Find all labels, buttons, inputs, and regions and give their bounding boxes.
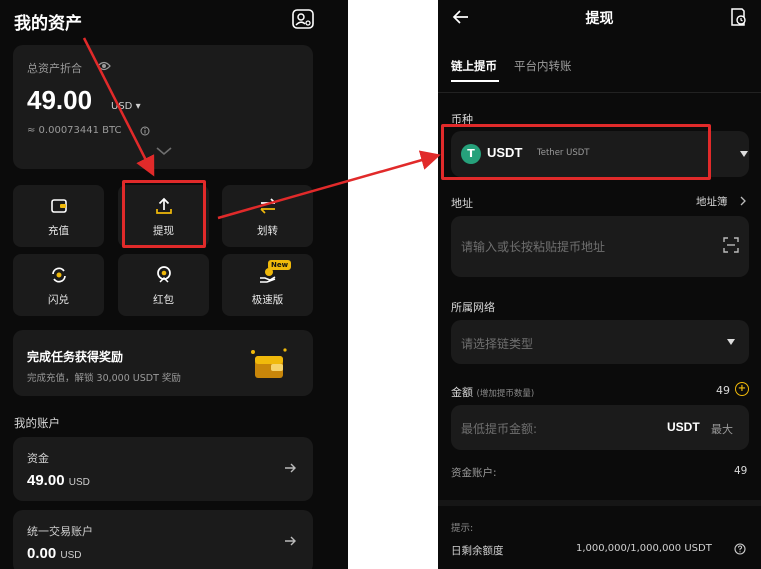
arrow-right-icon [285, 463, 296, 473]
red-packet-label: 红包 [153, 294, 174, 306]
tab-onchain-withdraw[interactable]: 链上提币 [451, 58, 497, 74]
lite-mode-label: 极速版 [251, 294, 284, 306]
arrow-right-icon [285, 536, 296, 546]
chevron-down-icon[interactable] [155, 146, 173, 156]
account-balance: 49.00 USD [27, 472, 90, 489]
network-placeholder: 请选择链类型 [461, 337, 534, 351]
total-assets-label: 总资产折合 [27, 62, 82, 75]
eye-icon[interactable] [97, 60, 111, 72]
address-input[interactable]: 请输入或长按粘贴提币地址 [451, 216, 749, 277]
daily-limit-label: 日剩余额度 [451, 545, 504, 557]
withdraw-screen: 提现 链上提币 平台内转账 币种 T USDT Tether USDT 地址 地… [438, 0, 761, 569]
swap-cycle-icon [52, 267, 66, 283]
amount-label: 金额 (增加提币数量) [451, 384, 534, 400]
chevron-right-icon [740, 196, 746, 206]
address-book-link[interactable]: 地址簿 [696, 194, 728, 209]
caret-down-icon [740, 151, 748, 157]
wallet-icon [51, 199, 67, 213]
account-balance: 0.00 USD [27, 545, 82, 562]
help-icon[interactable] [734, 543, 746, 555]
new-badge: New [268, 260, 292, 270]
caret-down-icon [727, 339, 735, 345]
account-balance-unit: USD [60, 550, 82, 561]
tabs-divider [438, 92, 761, 93]
red-packet-icon [157, 266, 171, 283]
task-reward-banner[interactable]: 完成任务获得奖励 完成充值，解锁 30,000 USDT 奖励 [13, 330, 313, 396]
history-record-icon[interactable] [728, 7, 748, 27]
network-select[interactable]: 请选择链类型 [451, 320, 749, 364]
currency-selector[interactable]: USD ▾ [111, 101, 141, 112]
amount-label-text: 金额 [451, 386, 473, 399]
account-balance-value: 0.00 [27, 545, 57, 562]
flash-swap-button[interactable]: 闪兑 [13, 254, 104, 316]
transfer-button[interactable]: 划转 [222, 185, 313, 247]
daily-limit-value: 1,000,000/1,000,000 USDT [576, 543, 712, 554]
page-title: 我的资产 [14, 14, 82, 34]
recharge-button[interactable]: 充值 [13, 185, 104, 247]
scan-icon[interactable] [723, 237, 739, 253]
amount-input[interactable]: 最低提币金额: USDT 最大 [451, 405, 749, 450]
total-assets-card: 总资产折合 49.00 USD ▾ ≈ 0.00073441 BTC [13, 45, 313, 169]
max-button[interactable]: 最大 [711, 421, 733, 437]
caret-down-icon: ▾ [135, 101, 141, 112]
amount-hint: (增加提币数量) [476, 389, 535, 399]
unified-trading-account-row[interactable]: 统一交易账户 0.00 USD [13, 510, 313, 569]
flash-swap-label: 闪兑 [48, 294, 69, 306]
btc-equivalent: ≈ 0.00073441 BTC [27, 125, 122, 136]
section-divider [438, 500, 761, 506]
funding-account-value: 49 [734, 465, 748, 477]
red-packet-button[interactable]: 红包 [118, 254, 209, 316]
reward-wallet-icon [251, 348, 287, 378]
recharge-label: 充值 [48, 225, 69, 237]
account-balance-value: 49.00 [27, 472, 65, 489]
transfer-arrows-icon [260, 198, 276, 214]
task-subtitle: 完成充值，解锁 30,000 USDT 奖励 [27, 373, 181, 384]
currency-label: USD [111, 101, 133, 112]
tips-label: 提示: [451, 523, 474, 534]
my-assets-screen: 我的资产 总资产折合 49.00 USD ▾ ≈ 0.00073441 BTC … [0, 0, 348, 569]
plus-circle-icon[interactable]: + [735, 382, 749, 396]
address-label: 地址 [451, 197, 473, 210]
lite-mode-button[interactable]: New 极速版 [222, 254, 313, 316]
funding-account-row[interactable]: 资金 49.00 USD [13, 437, 313, 501]
account-balance-unit: USD [68, 477, 90, 488]
tab-internal-transfer[interactable]: 平台内转账 [514, 58, 572, 74]
funding-account-label: 资金账户: [451, 467, 497, 479]
transfer-label: 划转 [257, 225, 278, 237]
amount-unit: USDT [667, 420, 700, 434]
my-accounts-heading: 我的账户 [14, 416, 60, 430]
network-label: 所属网络 [451, 301, 495, 314]
page-title: 提现 [585, 11, 614, 27]
user-settings-icon[interactable] [292, 9, 314, 29]
coin-highlight-box [441, 124, 711, 180]
info-icon[interactable] [140, 126, 150, 136]
account-name: 资金 [27, 452, 49, 465]
task-title: 完成任务获得奖励 [27, 350, 124, 364]
available-amount: 49 [716, 384, 730, 397]
active-tab-indicator [451, 80, 499, 82]
address-placeholder: 请输入或长按粘贴提币地址 [461, 240, 606, 254]
amount-placeholder: 最低提币金额: [461, 422, 538, 436]
account-name: 统一交易账户 [27, 525, 93, 538]
total-assets-amount: 49.00 [27, 85, 93, 115]
withdraw-highlight-box [122, 180, 206, 248]
